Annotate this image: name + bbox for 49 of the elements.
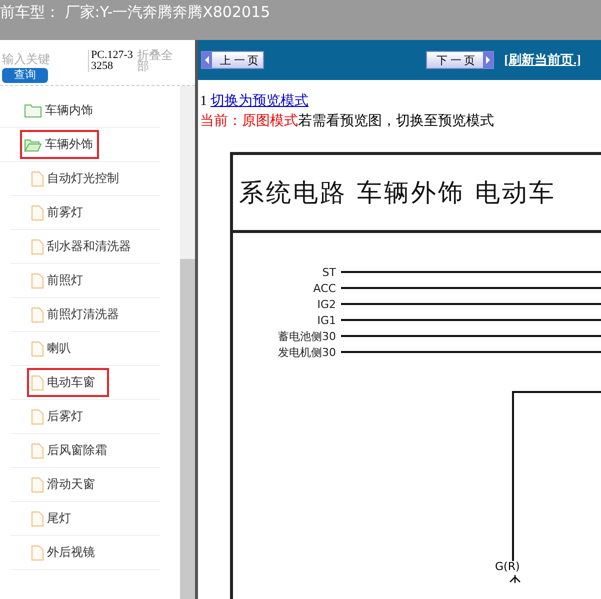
previous-page-button[interactable]: 上 一 页 xyxy=(201,51,264,69)
tree-item[interactable]: 喇叭 xyxy=(27,334,85,363)
rail-label: ST xyxy=(321,266,337,278)
mode-number: 1 xyxy=(200,94,207,109)
tree-item[interactable]: 前照灯清洗器 xyxy=(27,300,133,329)
connector-icon xyxy=(509,575,521,583)
file-icon xyxy=(31,340,44,356)
file-icon xyxy=(31,408,44,424)
tree-item[interactable]: 滑动天窗 xyxy=(27,470,109,499)
file-icon xyxy=(31,170,44,186)
file-icon xyxy=(31,510,44,526)
tree-item[interactable]: 车辆内饰 xyxy=(20,96,99,125)
file-icon xyxy=(31,374,44,390)
tree-item[interactable]: 电动车窗 xyxy=(27,368,109,397)
preview-mode-link[interactable]: 切换为预览模式 xyxy=(210,94,308,109)
tree-item[interactable]: 车辆外饰 xyxy=(20,130,99,159)
window-title: 前车型： 厂家:Y-一汽奔腾奔腾X802015 xyxy=(0,3,270,21)
file-icon xyxy=(31,476,44,492)
mode-hint: 若需看预览图，切换至预览模式 xyxy=(298,114,494,129)
wire-label: G(R) xyxy=(495,560,520,573)
code-label: PC.127-33258 xyxy=(88,50,135,72)
rail-label: IG2 xyxy=(316,298,337,310)
query-button[interactable]: 查询 xyxy=(2,68,48,83)
rail-label: IG1 xyxy=(316,314,337,326)
folder-icon xyxy=(24,104,42,118)
tree-item[interactable]: 前雾灯 xyxy=(27,198,97,227)
file-icon xyxy=(31,204,44,220)
current-mode-label: 当前：原图模式 xyxy=(200,114,298,129)
tree-item[interactable]: 刮水器和清洗器 xyxy=(27,232,145,261)
tree-item[interactable]: 后雾灯 xyxy=(27,402,97,431)
tree-item[interactable]: 前照灯 xyxy=(27,266,97,295)
tree-item[interactable]: 外后视镜 xyxy=(27,538,109,567)
file-icon xyxy=(31,272,44,288)
rail-label: 发电机侧30 xyxy=(277,344,337,360)
diagram-title: 系统电路 车辆外饰 电动车 xyxy=(239,177,556,209)
refresh-link[interactable]: [刷新当前页.] xyxy=(504,51,581,69)
scrollbar-thumb[interactable] xyxy=(180,259,195,599)
file-icon xyxy=(31,238,44,254)
tree-item[interactable]: 自动灯光控制 xyxy=(27,164,133,193)
file-icon xyxy=(31,544,44,560)
tree-item[interactable]: 后风窗除霜 xyxy=(27,436,121,465)
scrollbar[interactable] xyxy=(180,86,195,599)
rail-label: ACC xyxy=(312,282,337,294)
next-page-button[interactable]: 下 一 页 xyxy=(426,51,494,69)
rail-label: 蓄电池侧30 xyxy=(277,328,337,344)
file-icon xyxy=(31,306,44,322)
tree-item[interactable]: 尾灯 xyxy=(27,504,85,533)
file-icon xyxy=(31,442,44,458)
open-folder-icon xyxy=(24,138,42,152)
